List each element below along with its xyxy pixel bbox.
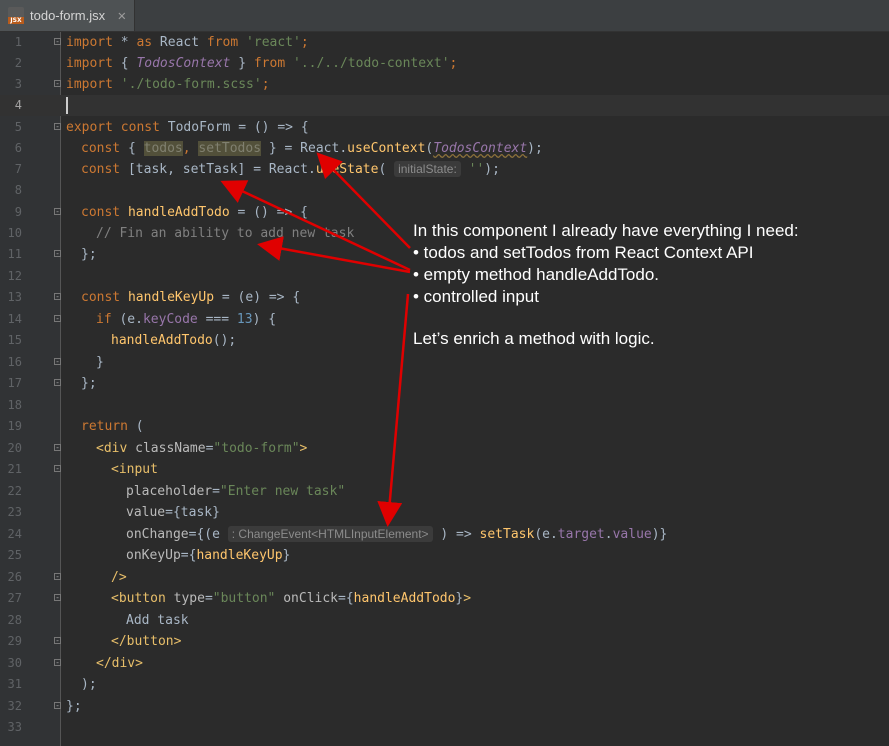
- arrow-to-input: [377, 293, 410, 527]
- arrow-to-settask: [220, 180, 411, 272]
- annotation-arrows: [220, 152, 411, 527]
